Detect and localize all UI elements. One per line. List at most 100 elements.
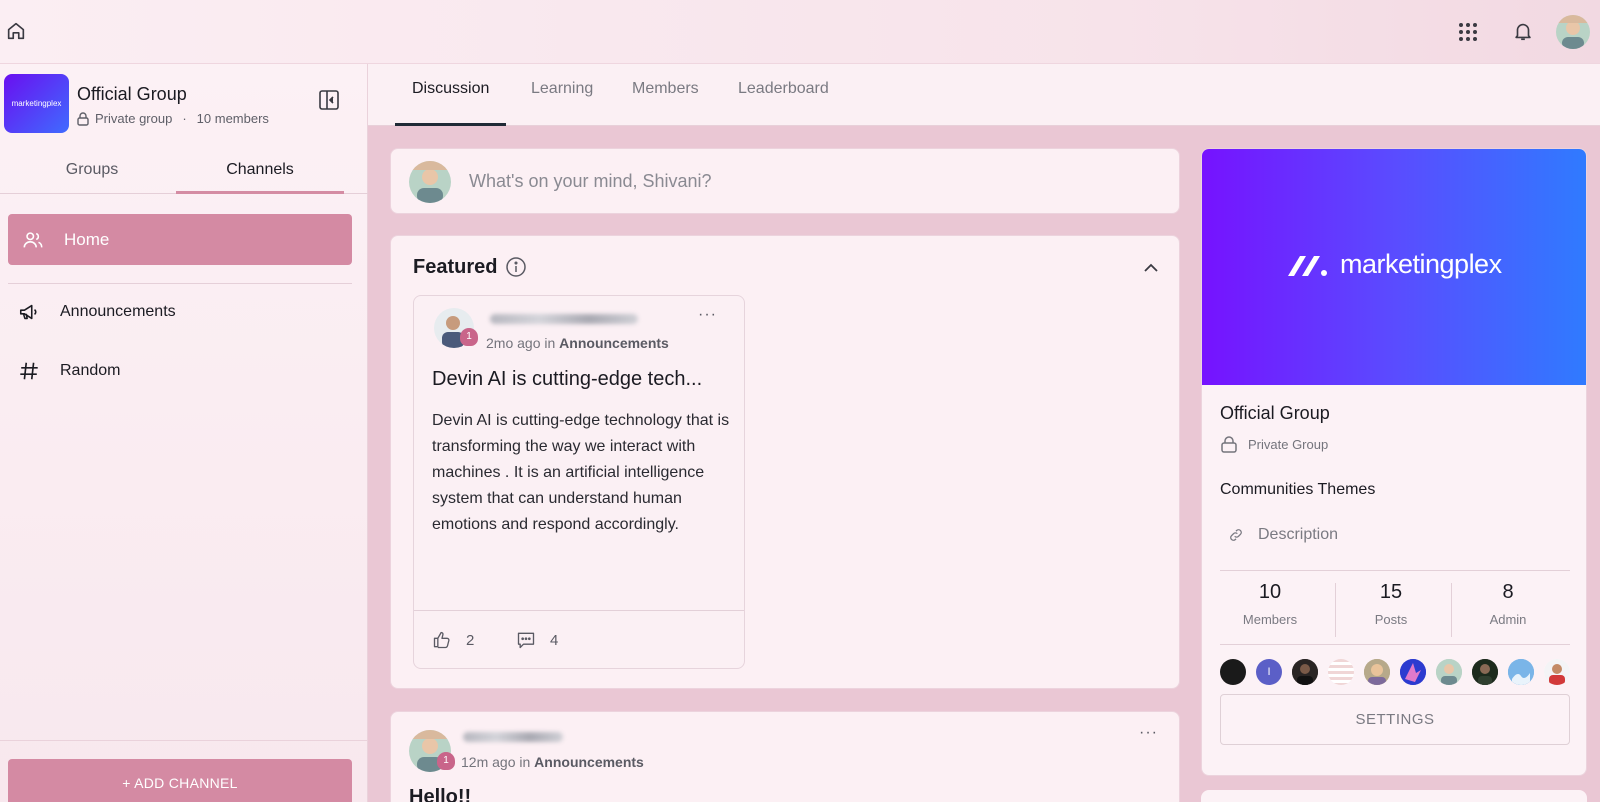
stat-posts-value: 15 — [1379, 581, 1403, 603]
featured-section: Featured 1 2mo ago in Announcements ··· … — [390, 235, 1180, 689]
tab-learning[interactable]: Learning — [531, 80, 593, 126]
featured-title: Featured — [413, 256, 498, 278]
post-in: in — [519, 754, 531, 770]
stat-admin: 8 Admin — [1450, 581, 1566, 627]
post-body: Devin AI is cutting-edge technology that… — [432, 412, 730, 533]
sidebar-tabs: Groups Channels — [0, 152, 368, 194]
group-member-count: 10 members — [196, 111, 269, 126]
megaphone-icon — [19, 304, 37, 320]
member-avatar[interactable] — [1436, 659, 1462, 685]
group-info-card: marketingplex Official Group Private Gro… — [1201, 148, 1587, 776]
stat-members-label: Members — [1242, 612, 1298, 627]
channel-item-announcements[interactable]: Announcements — [18, 297, 176, 327]
post-time: 12m ago — [461, 754, 516, 770]
post-divider — [414, 610, 744, 611]
users-icon — [23, 231, 43, 247]
more-options-icon[interactable]: ··· — [698, 306, 717, 324]
member-avatar[interactable] — [1508, 659, 1534, 685]
rank-badge: 1 — [437, 752, 455, 770]
info-privacy-label: Private Group — [1248, 436, 1329, 452]
post-in: in — [544, 335, 556, 351]
group-meta: Private group · 10 members — [77, 111, 269, 126]
group-logo-text: marketingplex — [11, 99, 62, 108]
member-avatar[interactable] — [1544, 659, 1570, 685]
channel-item-random[interactable]: Random — [18, 356, 120, 386]
member-avatar[interactable] — [1292, 659, 1318, 685]
banner-logo-text: marketingplex — [1340, 249, 1502, 279]
channel-label-announcements: Announcements — [60, 303, 176, 320]
tab-channels[interactable]: Channels — [176, 152, 344, 194]
banner-logo: marketingplex — [1286, 249, 1502, 280]
group-logo[interactable]: marketingplex — [4, 74, 69, 133]
thumbs-up-icon — [433, 631, 450, 649]
composer-placeholder: What's on your mind, Shivani? — [469, 171, 712, 191]
marketingplex-logo-icon — [1288, 255, 1327, 276]
member-avatar[interactable] — [1472, 659, 1498, 685]
post-channel[interactable]: Announcements — [534, 754, 644, 770]
stat-posts-label: Posts — [1374, 612, 1408, 627]
author-name-redacted — [463, 732, 563, 742]
info-group-title: Official Group — [1220, 403, 1330, 423]
hash-icon — [20, 362, 38, 380]
member-avatars: I — [1220, 659, 1570, 685]
info-divider — [1220, 570, 1570, 571]
chevron-up-icon[interactable] — [1141, 258, 1161, 278]
tab-groups[interactable]: Groups — [8, 152, 176, 194]
post-time: 2mo ago — [486, 335, 541, 351]
stat-admin-label: Admin — [1489, 612, 1527, 627]
info-icon[interactable] — [505, 256, 527, 278]
description-row: Description — [1228, 526, 1338, 544]
member-avatar[interactable] — [1364, 659, 1390, 685]
settings-button[interactable]: SETTINGS — [1220, 694, 1570, 745]
post-composer[interactable]: What's on your mind, Shivani? — [390, 148, 1180, 214]
bell-icon[interactable] — [1511, 19, 1535, 43]
post-meta: 12m ago in Announcements — [461, 754, 644, 770]
post-channel[interactable]: Announcements — [559, 335, 669, 351]
post-heading[interactable]: Devin AI is cutting-edge tech... — [432, 368, 732, 391]
like-button[interactable]: 2 — [432, 630, 474, 650]
comment-button[interactable]: 4 — [516, 630, 558, 650]
group-privacy: Private group — [95, 111, 173, 126]
post-card[interactable]: 1 12m ago in Announcements ··· Hello!! — [390, 711, 1180, 802]
channel-label-home: Home — [64, 229, 110, 249]
member-avatar[interactable] — [1400, 659, 1426, 685]
tab-members[interactable]: Members — [632, 80, 699, 126]
channel-item-home[interactable]: Home — [8, 214, 352, 265]
featured-post[interactable]: 1 2mo ago in Announcements ··· Devin AI … — [413, 295, 745, 669]
main-tabs: Discussion Learning Members Leaderboard — [368, 64, 1600, 126]
member-avatar[interactable]: I — [1256, 659, 1282, 685]
like-count: 2 — [466, 631, 475, 649]
description-label: Description — [1258, 526, 1339, 543]
add-channel-button[interactable]: + ADD CHANNEL — [8, 759, 352, 802]
apps-grid-icon[interactable] — [1456, 20, 1480, 44]
member-avatar[interactable] — [1328, 659, 1354, 685]
sidebar-bottom-divider — [0, 740, 368, 741]
composer-avatar — [409, 161, 451, 203]
next-card-edge — [1201, 790, 1587, 802]
collapse-sidebar-icon[interactable] — [318, 89, 340, 111]
member-avatar[interactable] — [1220, 659, 1246, 685]
author-name-redacted — [490, 314, 638, 324]
stat-posts: 15 Posts — [1333, 581, 1449, 627]
stat-members-value: 10 — [1258, 581, 1282, 603]
user-avatar[interactable] — [1556, 15, 1590, 49]
meta-separator: · — [182, 111, 187, 126]
lock-icon — [1221, 436, 1237, 453]
info-privacy: Private Group — [1220, 435, 1328, 453]
top-bar — [0, 0, 1600, 64]
home-icon[interactable] — [4, 19, 28, 43]
tab-discussion[interactable]: Discussion — [395, 80, 507, 126]
member-initial: I — [1267, 666, 1271, 678]
rank-badge: 1 — [460, 328, 478, 346]
communities-themes: Communities Themes — [1220, 481, 1376, 498]
sidebar-divider — [8, 283, 352, 284]
link-icon — [1230, 529, 1242, 541]
stat-admin-value: 8 — [1502, 581, 1514, 603]
channel-label-random: Random — [60, 362, 121, 379]
more-options-icon[interactable]: ··· — [1139, 724, 1158, 742]
post-meta: 2mo ago in Announcements — [486, 335, 669, 351]
tab-leaderboard[interactable]: Leaderboard — [738, 80, 829, 126]
info-divider — [1220, 644, 1570, 645]
comment-icon — [517, 632, 535, 649]
post-heading[interactable]: Hello!! — [409, 786, 471, 802]
